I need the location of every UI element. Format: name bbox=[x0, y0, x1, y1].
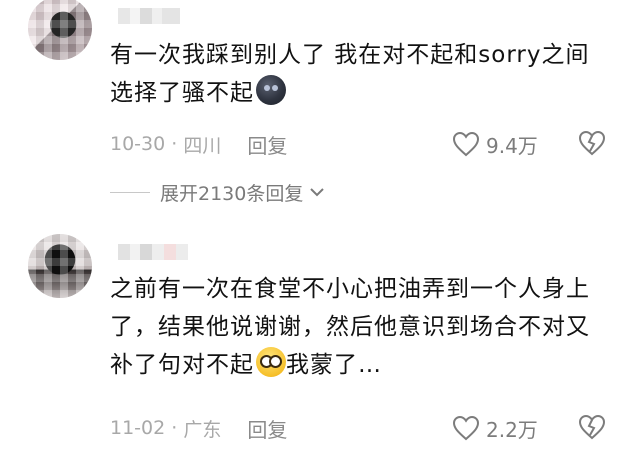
meta-separator: · bbox=[165, 133, 184, 155]
chevron-down-icon bbox=[310, 188, 325, 197]
comment-meta: 11-02 · 广东 回复 bbox=[110, 414, 287, 442]
avatar[interactable] bbox=[28, 234, 92, 298]
like-count: 9.4万 bbox=[486, 133, 538, 158]
dislike-button[interactable] bbox=[578, 414, 606, 442]
comment-text-content: 有一次我踩到别人了 我在对不起和sorry之间选择了骚不起 bbox=[110, 42, 590, 106]
heart-outline-icon bbox=[452, 415, 480, 441]
comment-location: 广东 bbox=[183, 418, 222, 441]
avatar[interactable] bbox=[28, 0, 92, 60]
like-button[interactable]: 9.4万 bbox=[452, 130, 538, 158]
comment-meta: 10-30 · 四川 回复 bbox=[110, 130, 287, 158]
meta-separator: · bbox=[165, 417, 184, 439]
wide-eyed-emoji-icon bbox=[256, 347, 286, 377]
reply-button[interactable]: 回复 bbox=[247, 130, 287, 159]
comment-text: 之前有一次在食堂不小心把油弄到一个人身上了，结果他说谢谢，然后他意识到场合不对又… bbox=[110, 270, 610, 384]
reply-button[interactable]: 回复 bbox=[247, 414, 287, 443]
dark-face-emoji-icon bbox=[256, 75, 286, 105]
comment-item: 之前有一次在食堂不小心把油弄到一个人身上了，结果他说谢谢，然后他意识到场合不对又… bbox=[0, 232, 640, 450]
comment-item: 有一次我踩到别人了 我在对不起和sorry之间选择了骚不起 10-30 · 四川… bbox=[0, 0, 640, 205]
like-button[interactable]: 2.2万 bbox=[452, 414, 538, 442]
dislike-button[interactable] bbox=[578, 130, 606, 158]
username-blurred[interactable] bbox=[118, 244, 188, 260]
expand-replies[interactable]: 展开2130条回复 bbox=[110, 178, 325, 206]
comment-date: 11-02 bbox=[110, 417, 166, 439]
comment-location: 四川 bbox=[183, 134, 222, 157]
broken-heart-icon bbox=[578, 130, 606, 156]
like-count: 2.2万 bbox=[486, 417, 538, 442]
comment-text-tail: 我蒙了… bbox=[286, 352, 382, 378]
broken-heart-icon bbox=[578, 414, 606, 440]
divider-line bbox=[110, 191, 150, 193]
comment-text: 有一次我踩到别人了 我在对不起和sorry之间选择了骚不起 bbox=[110, 36, 610, 112]
expand-replies-label: 展开2130条回复 bbox=[160, 182, 304, 205]
username-blurred[interactable] bbox=[118, 8, 180, 24]
comment-date: 10-30 bbox=[110, 133, 166, 155]
heart-outline-icon bbox=[452, 131, 480, 157]
